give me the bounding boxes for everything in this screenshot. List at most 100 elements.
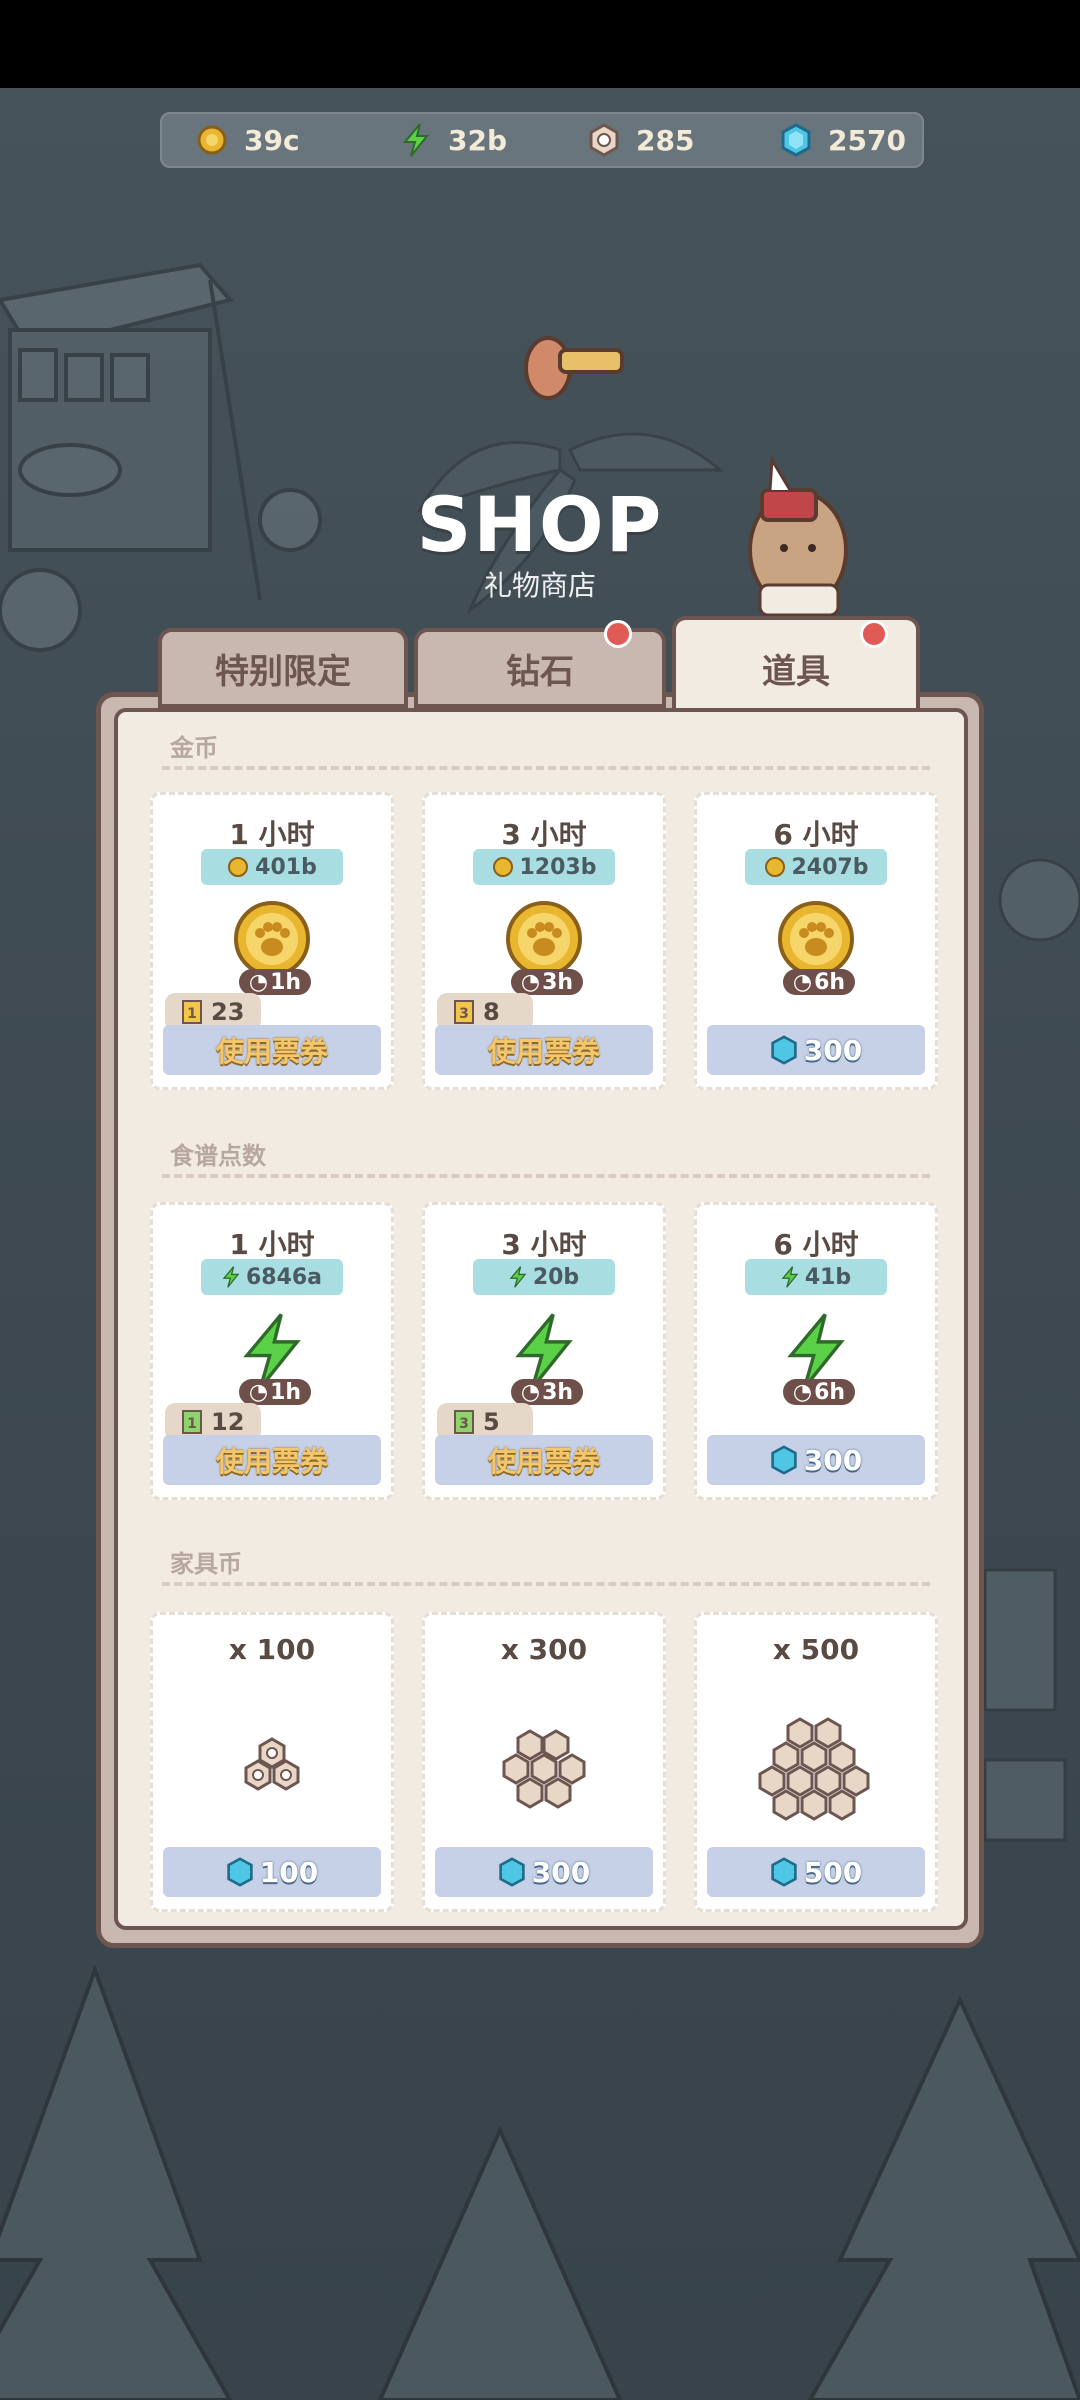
gem-icon [771, 1445, 797, 1475]
amount-badge: 41b [745, 1259, 887, 1295]
duration-tag: ◔ 3h [511, 1379, 583, 1405]
tab-special-limited[interactable]: 特别限定 [158, 628, 408, 708]
notification-badge [604, 620, 632, 648]
pine-trees-illustration [0, 1964, 1080, 2400]
gem-price-button[interactable]: 500 [707, 1847, 925, 1897]
trumpet-illustration [524, 336, 624, 400]
amount-badge: 2407b [745, 849, 887, 885]
ticket-count-value: 23 [211, 998, 245, 1026]
ticket-icon: 3 [454, 1000, 474, 1024]
coin-icon [764, 857, 785, 877]
coin-icon [194, 122, 230, 158]
gem-icon [227, 1857, 253, 1887]
duration-tag: ◔ 1h [239, 969, 311, 995]
lightning-counter: 32b [398, 114, 507, 166]
ticket-count-value: 8 [483, 998, 500, 1026]
nut-counter: 285 [586, 114, 694, 166]
quantity-label: x 300 [500, 1633, 588, 1666]
amount-value: 20b [532, 1264, 580, 1290]
amount-value: 2407b [791, 854, 869, 880]
section-divider [162, 1582, 930, 1586]
furniture-coin-pack-100[interactable]: x 100 100 [150, 1612, 394, 1912]
gem-icon [771, 1035, 797, 1065]
gem-price-button[interactable]: 300 [435, 1847, 653, 1897]
amount-badge: 401b [201, 849, 343, 885]
nut-stack-icon [153, 1725, 391, 1825]
duration-label: 6 小时 [773, 1228, 859, 1261]
gem-counter: 2570 [778, 114, 906, 166]
ticket-icon: 1 [182, 1000, 202, 1024]
amount-value: 6846a [245, 1264, 323, 1290]
section-title-furniture-coins: 家具币 [170, 1550, 242, 1578]
duration-label: 6 小时 [773, 818, 859, 851]
furniture-coin-pack-500[interactable]: x 500 500 [694, 1612, 938, 1912]
coin-pack-1h[interactable]: 1 小时 401b ◔ 1h 1 23 使用票券 [150, 792, 394, 1090]
shop-title: SHOP [416, 480, 664, 569]
shop-subtitle: 礼物商店 [483, 569, 596, 602]
quantity-label: x 500 [772, 1633, 860, 1666]
tab-label: 特别限定 [215, 651, 351, 692]
clock-icon: ◔ [248, 1379, 269, 1405]
gem-value: 2570 [828, 123, 906, 157]
clock-icon: ◔ [520, 1379, 541, 1405]
resource-bar: 39c 32b 285 2570 [160, 112, 924, 168]
amount-badge: 1203b [473, 849, 615, 885]
clock-icon: ◔ [792, 1379, 813, 1405]
coin-counter: 39c [194, 114, 300, 166]
coin-pack-6h[interactable]: 6 小时 2407b ◔ 6h 300 [694, 792, 938, 1090]
tab-label: 道具 [762, 651, 830, 692]
gem-icon [771, 1857, 797, 1887]
coin-pack-3h[interactable]: 3 小时 1203b ◔ 3h 3 8 使用票券 [422, 792, 666, 1090]
ticket-count-value: 5 [483, 1408, 500, 1436]
use-ticket-button[interactable]: 使用票券 [163, 1435, 381, 1485]
clock-icon: ◔ [792, 969, 813, 995]
duration-tag: ◔ 6h [783, 969, 855, 995]
duration-tag: ◔ 1h [239, 1379, 311, 1405]
svg-text:3: 3 [459, 1416, 469, 1432]
coin-value: 39c [244, 123, 300, 157]
quantity-label: x 100 [228, 1633, 316, 1666]
duration-label: 1 小时 [229, 1228, 315, 1261]
recipe-pack-6h[interactable]: 6 小时 41b ◔ 6h 300 [694, 1202, 938, 1500]
lightning-icon [222, 1266, 240, 1288]
recipe-pack-3h[interactable]: 3 小时 20b ◔ 3h 3 5 使用票券 [422, 1202, 666, 1500]
nut-value: 285 [636, 123, 695, 157]
use-ticket-button[interactable]: 使用票券 [435, 1025, 653, 1075]
duration-label: 1 小时 [229, 818, 315, 851]
amount-value: 401b [255, 854, 317, 880]
lightning-icon [509, 1266, 527, 1288]
amount-value: 1203b [519, 854, 597, 880]
ticket-icon: 3 [454, 1410, 474, 1434]
section-divider [162, 1174, 930, 1178]
lightning-icon [781, 1266, 799, 1288]
lightning-value: 32b [448, 123, 508, 157]
coin-icon [228, 857, 249, 877]
duration-label: 3 小时 [501, 1228, 587, 1261]
coin-icon [492, 857, 513, 877]
use-ticket-button[interactable]: 使用票券 [435, 1435, 653, 1485]
ticket-icon: 1 [182, 1410, 202, 1434]
lightning-icon [398, 122, 434, 158]
shop-content: 金币 1 小时 401b ◔ 1h 1 23 使用票券 3 小时 1203b ◔ 3… [114, 708, 968, 1930]
recipe-pack-1h[interactable]: 1 小时 6846a ◔ 1h 1 12 使用票券 [150, 1202, 394, 1500]
gem-icon [499, 1857, 525, 1887]
ticket-count-value: 12 [211, 1408, 245, 1436]
furniture-coin-pack-300[interactable]: x 300 300 [422, 1612, 666, 1912]
amount-value: 41b [804, 1264, 852, 1290]
gem-price-button[interactable]: 300 [707, 1435, 925, 1485]
tab-label: 钻石 [506, 651, 574, 692]
nut-icon [586, 122, 622, 158]
svg-text:3: 3 [459, 1006, 469, 1022]
duration-tag: ◔ 3h [511, 969, 583, 995]
gem-price-button[interactable]: 300 [707, 1025, 925, 1075]
amount-badge: 20b [473, 1259, 615, 1295]
gem-icon [778, 122, 814, 158]
duration-tag: ◔ 6h [783, 1379, 855, 1405]
section-title-coins: 金币 [170, 734, 218, 762]
nut-stack-icon [425, 1719, 663, 1819]
nut-stack-icon [697, 1711, 935, 1821]
svg-text:1: 1 [187, 1416, 197, 1432]
section-divider [162, 766, 930, 770]
use-ticket-button[interactable]: 使用票券 [163, 1025, 381, 1075]
gem-price-button[interactable]: 100 [163, 1847, 381, 1897]
